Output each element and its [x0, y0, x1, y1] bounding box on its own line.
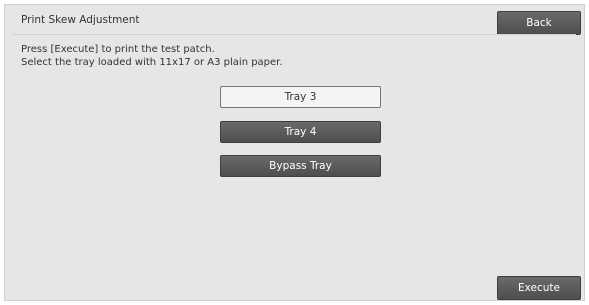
tray-4-button[interactable]: Tray 4: [220, 121, 381, 143]
back-button[interactable]: Back: [497, 11, 581, 35]
instructions: Press [Execute] to print the test patch.…: [21, 43, 283, 69]
instruction-line-1: Press [Execute] to print the test patch.: [21, 44, 215, 55]
execute-button[interactable]: Execute: [497, 276, 581, 300]
page-title: Print Skew Adjustment: [21, 14, 140, 26]
instruction-line-2: Select the tray loaded with 11x17 or A3 …: [21, 57, 283, 68]
adjustment-screen: Print Skew Adjustment Back Press [Execut…: [4, 4, 585, 301]
tray-3-button[interactable]: Tray 3: [220, 86, 381, 108]
bypass-tray-button[interactable]: Bypass Tray: [220, 155, 381, 177]
header-divider: [13, 34, 576, 35]
